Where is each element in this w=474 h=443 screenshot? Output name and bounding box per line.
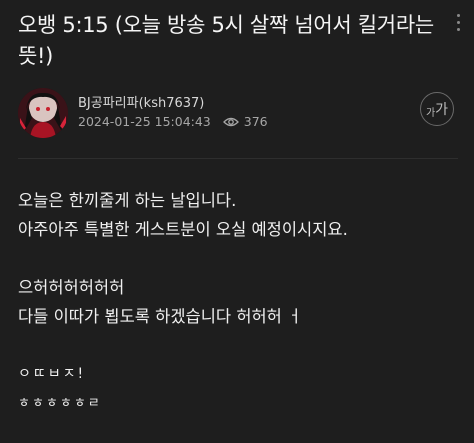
font-size-button[interactable]: 가 가 [420,92,454,126]
font-size-small-label: 가 [425,108,436,119]
eye-icon [222,117,239,126]
content-line: 다들 이따가 뵙도록 하겠습니다 허허허 ㅓ [18,307,303,326]
post-title: 오뱅 5:15 (오늘 방송 5시 살짝 넘어서 킬거라는 뜻!) [18,13,434,68]
more-dot [456,14,460,17]
view-count: 376 [222,114,268,129]
post-datetime: 2024-01-25 15:04:43 [78,114,211,129]
post-info: 2024-01-25 15:04:43 376 [78,114,268,129]
content-line: ㅎㅎㅎㅎㅎㄹ [18,396,102,411]
avatar-image [18,88,68,138]
post-content: 오늘은 한끼줄게 하는 날입니다. 아주아주 특별한 게스트분이 오실 예정이시… [18,186,460,419]
content-line: ㅇㄸㅂㅈ! [18,366,86,382]
divider [18,158,458,159]
view-count-value: 376 [243,114,268,129]
font-size-big-label: 가 [435,102,449,118]
more-options-button[interactable] [454,14,462,42]
more-dot [456,21,460,24]
author-avatar[interactable] [18,88,68,138]
author-name[interactable]: BJ공파리파(ksh7637) [78,92,204,111]
post-meta: BJ공파리파(ksh7637) 2024-01-25 15:04:43 376 … [18,88,458,148]
content-line: 오늘은 한끼줄게 하는 날입니다. [18,191,237,210]
content-line: 아주아주 특별한 게스트분이 오실 예정이시지요. [18,220,348,239]
content-line: 으허허허허허허 [18,278,125,297]
more-dot [456,28,460,31]
post-page: 오뱅 5:15 (오늘 방송 5시 살짝 넘어서 킬거라는 뜻!) BJ공파리파… [0,0,474,443]
